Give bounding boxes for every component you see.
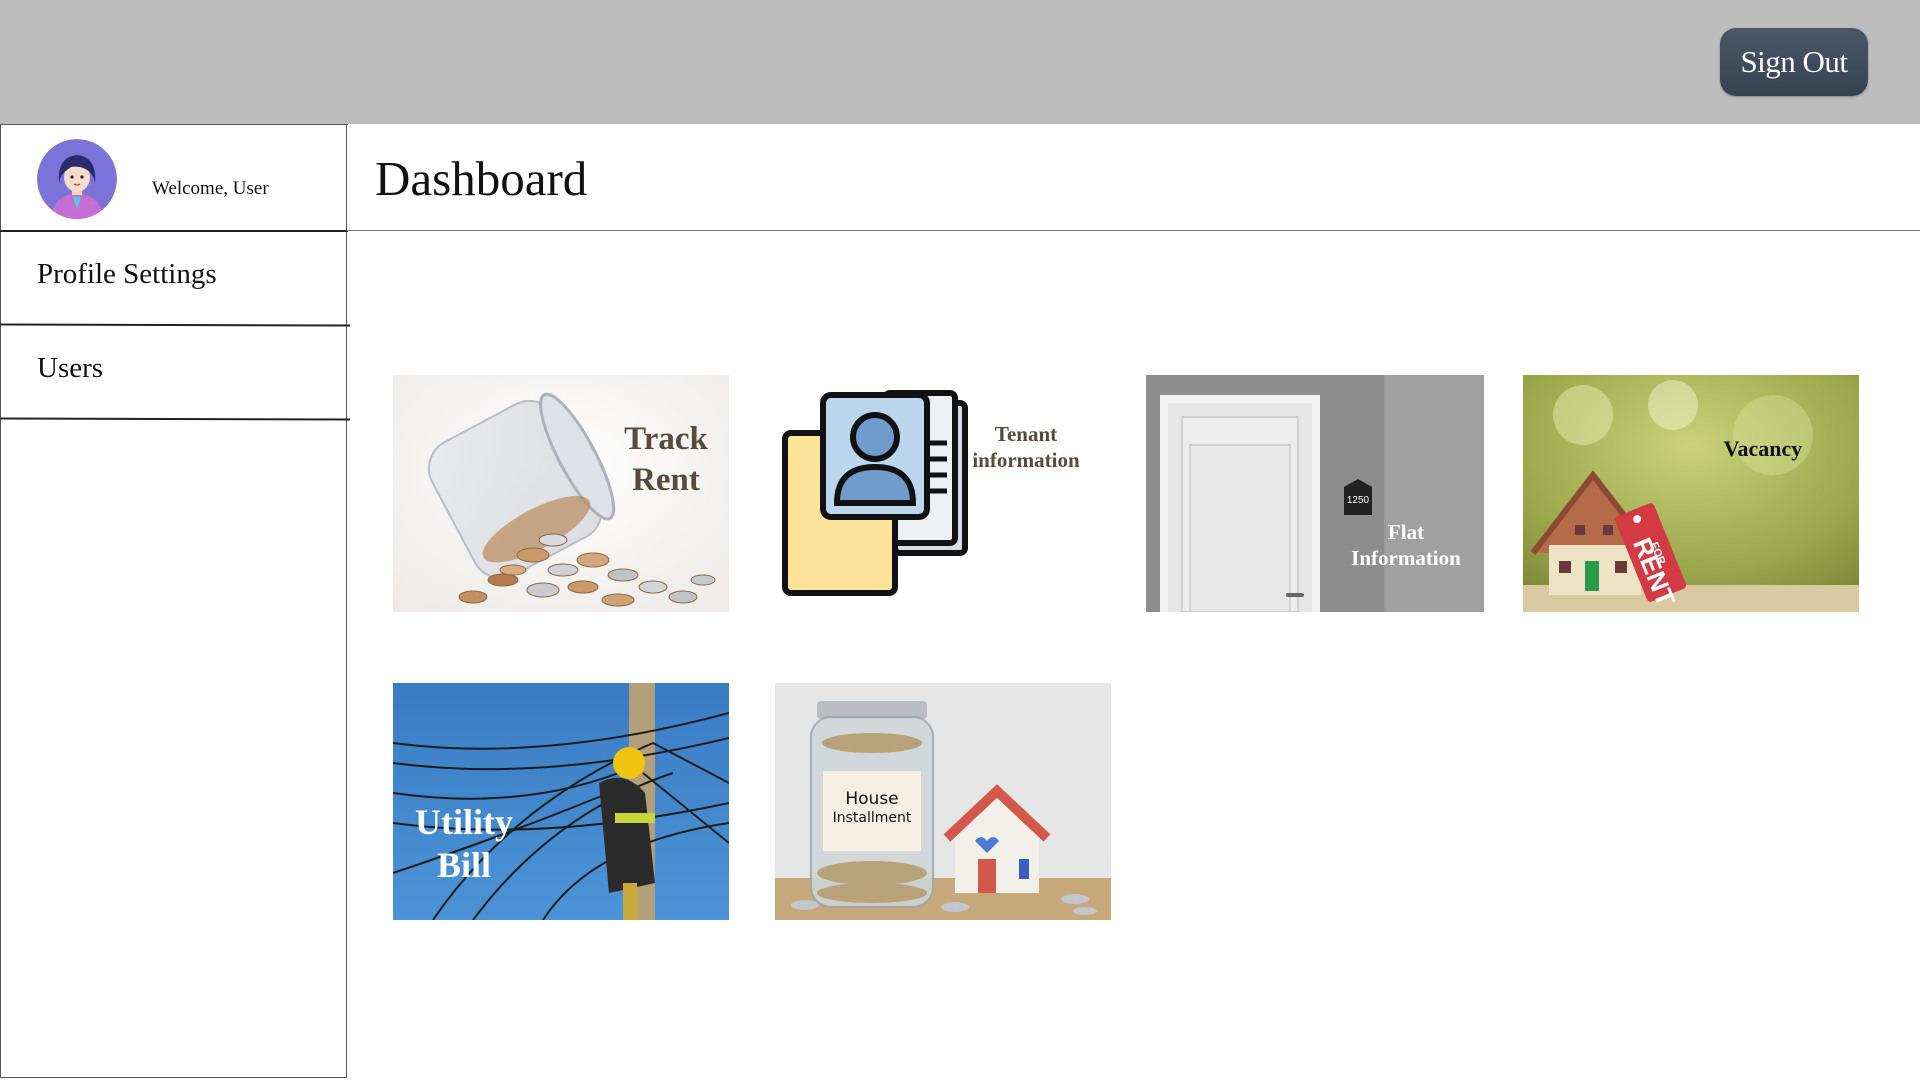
sign-out-button[interactable]: Sign Out (1720, 28, 1868, 96)
tile-utility-bill[interactable]: Utility Bill (393, 683, 729, 920)
sidebar-top-border (0, 124, 348, 125)
sidebar-divider (0, 230, 348, 232)
page-title: Dashboard (375, 151, 588, 206)
tile-label: Utility Bill (415, 802, 513, 886)
header-divider (347, 230, 1920, 231)
top-bar (0, 0, 1920, 124)
house-for-rent-image: FOR RENT (1523, 375, 1859, 612)
tile-flat-information[interactable]: 1250 Flat Information (1146, 375, 1484, 612)
tenant-file-icon (775, 375, 1111, 612)
door-number: 1250 (1347, 495, 1370, 506)
tile-house-installment[interactable]: House Installment (775, 683, 1111, 920)
door-image: 1250 (1146, 375, 1484, 612)
tile-label: Track Rent (624, 421, 708, 499)
user-avatar-icon[interactable] (37, 139, 117, 219)
tile-label: Vacancy (1723, 436, 1803, 461)
tile-label: Tenant information (972, 422, 1080, 473)
sidebar-item-users[interactable]: Users (37, 352, 103, 385)
sidebar-item-profile-settings[interactable]: Profile Settings (37, 258, 217, 291)
tile-vacancy[interactable]: FOR RENT Vacancy (1523, 375, 1859, 612)
tile-tenant-information[interactable]: Tenant information (775, 375, 1111, 612)
welcome-text: Welcome, User (152, 178, 269, 199)
tile-label: Flat Information (1351, 520, 1461, 571)
jar-label: House Installment (832, 789, 912, 827)
tile-track-rent[interactable]: Track Rent (393, 375, 729, 612)
